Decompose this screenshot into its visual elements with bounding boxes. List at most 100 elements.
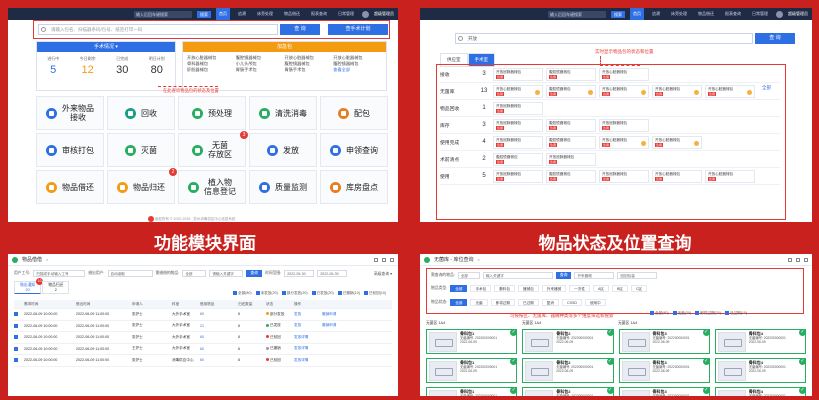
package-card[interactable]: 骨科包4无菌编号: 2022000000012022-06-09✓ (714, 358, 806, 383)
close-tab-icon[interactable]: × (46, 257, 48, 262)
module-tile[interactable]: 灭菌 (107, 133, 175, 167)
nav-daily[interactable]: 日常管理 (335, 11, 357, 17)
close-icon[interactable] (804, 257, 808, 262)
filter-pill[interactable]: 无菌 (470, 299, 488, 306)
status-checkbox[interactable]: 即将过期(20) (695, 311, 721, 316)
borrower-input[interactable]: 自动读取 (107, 270, 153, 277)
status-checkbox[interactable]: 全部(80) (233, 291, 252, 296)
nav-trace[interactable]: 追溯 (235, 11, 249, 17)
module-tile[interactable]: 库房盘点 (320, 170, 388, 204)
package-card[interactable]: 骨科包1无菌编号: 2022000000012022-06-09✓ (426, 329, 518, 354)
package-search-input[interactable]: 请输入包名、扫描器条码/包号、纸签打印一码 (38, 24, 278, 35)
query-button[interactable]: 查 询 (755, 33, 795, 44)
table-row[interactable]: 2022-06-09 10:00:00 2022-06-09 11:00:00 张护… (14, 309, 392, 321)
package-chip[interactable]: 开放心脏器械包 急用 (493, 84, 543, 98)
issue-link[interactable]: 发放详情 (294, 358, 322, 363)
top-search-button[interactable]: 搜索 (611, 10, 625, 18)
row-checkbox[interactable] (14, 346, 18, 351)
cancel-link[interactable]: 撤销申请 (322, 323, 392, 328)
package-card[interactable]: 骨科包2无菌编号: 2022000000012022-06-09✓ (522, 329, 614, 354)
package-card[interactable]: 骨科包1无菌编号: 2022000000012022-06-09✓ (426, 387, 518, 396)
nav-borrow[interactable]: 物品借还 (695, 11, 717, 17)
tag-filter[interactable]: 开来器械 (574, 272, 615, 279)
urgent-item[interactable]: 肝胆器械包 (187, 67, 236, 73)
keyword-input[interactable]: 请输入关键字 (209, 270, 244, 277)
package-chip[interactable]: 开放心脏器械包 急用 (599, 84, 649, 98)
filter-pill[interactable]: 复消 (541, 299, 559, 306)
view-all-link[interactable]: 全部 (762, 85, 771, 98)
user-id-input[interactable]: 扫描或手动输入工号 (33, 270, 86, 277)
package-chip[interactable]: 腹腔镜器械包 急用 (546, 135, 596, 149)
nav-daily[interactable]: 日常管理 (749, 11, 771, 17)
package-chip[interactable]: 开放冠脉器械包 急用 (493, 118, 543, 132)
keyword-input[interactable]: 输入关键字 (482, 272, 553, 279)
nav-bedside[interactable]: 床旁处理 (254, 11, 276, 17)
package-card[interactable]: 骨科包4无菌编号: 2022000000012022-06-09✓ (714, 329, 806, 354)
module-tile[interactable]: 无菌 存放区 3 (178, 131, 248, 167)
package-chip[interactable]: 腹腔镜器械包 急用 (546, 67, 596, 81)
package-chip[interactable]: 开放心脏器械包 急用 (652, 84, 702, 98)
status-checkbox[interactable]: 无菌(20) (672, 311, 691, 316)
filter-pill[interactable]: 器械包 (518, 285, 539, 292)
stat-today-remaining[interactable]: 今日剩余 12 (80, 56, 96, 76)
package-card[interactable]: 骨科包2无菌编号: 2022000000012022-06-09✓ (522, 387, 614, 396)
package-card[interactable]: 骨科包2无菌编号: 2022000000012022-06-09✓ (522, 358, 614, 383)
query-button[interactable]: 查询 (246, 270, 262, 277)
module-tile[interactable]: 质量监测 (249, 170, 317, 204)
package-chip[interactable]: 开放心脏器械包 急用 (599, 135, 649, 149)
package-chip[interactable]: 腹腔镜器械包 急用 (493, 152, 543, 166)
stat-tomorrow-plan[interactable]: 明日计划 80 (149, 56, 165, 76)
status-checkbox[interactable]: 未发放(20) (255, 291, 278, 296)
package-chip[interactable]: 开放冠脉器械包 急用 (493, 135, 543, 149)
module-tile[interactable]: 清洗消毒 (249, 96, 317, 130)
item-select[interactable]: 全部 (182, 270, 207, 277)
nav-home[interactable]: 首页 (630, 8, 644, 20)
package-chip[interactable]: 腹腔镜器械包 急用 (546, 169, 596, 183)
module-tile[interactable]: 预处理 (178, 96, 246, 130)
query-button[interactable]: 查询 (555, 272, 572, 279)
filter-pill[interactable]: C区 (630, 285, 648, 292)
status-checkbox[interactable]: 已撤销(10) (337, 291, 360, 296)
user-name[interactable]: 超级管理员 (788, 11, 808, 17)
view-all-link[interactable]: 查看全部 (333, 67, 382, 73)
surgery-status-title[interactable]: 手术情况 ▾ (37, 42, 175, 52)
module-tile[interactable]: 物品借还 (36, 170, 104, 204)
filter-pill[interactable]: 手术包 (470, 285, 492, 292)
filter-pill[interactable]: 即将过期 (490, 299, 515, 306)
maximize-icon[interactable] (796, 257, 800, 262)
nav-home[interactable]: 首页 (216, 8, 230, 20)
top-search-input[interactable]: 输入后回车键搜索 (134, 10, 192, 18)
status-checkbox[interactable]: 部分发放(20) (281, 291, 308, 296)
package-chip[interactable]: 腹腔镜器械包 急用 (546, 84, 596, 98)
package-card[interactable]: 骨科包3无菌编号: 2022000000012022-06-09✓ (618, 358, 710, 383)
query-button[interactable]: 查 询 (280, 24, 320, 35)
package-chip[interactable]: 开放冠脉器械包 急用 (599, 169, 649, 183)
borrow-qty[interactable]: 60 (200, 358, 238, 362)
module-tile[interactable]: 申领查询 (320, 133, 388, 167)
package-chip[interactable]: 开放心脏器械包 急用 (599, 67, 649, 81)
package-chip[interactable]: 开放冠脉器械包 急用 (493, 169, 543, 183)
tab-borrow-notice[interactable]: 借出通知 20 10 (14, 278, 44, 294)
borrow-qty[interactable]: 60 (200, 335, 238, 339)
end-date-input[interactable]: 2022-05-30 (317, 270, 348, 277)
nav-borrow[interactable]: 物品借还 (281, 11, 303, 17)
tag-filter[interactable]: 回回包装 (617, 272, 658, 279)
filter-pill[interactable]: 使用中 (584, 299, 606, 306)
stat-in-progress[interactable]: 进行中 5 (47, 56, 59, 76)
status-checkbox[interactable]: 已发放(20) (311, 291, 334, 296)
package-chip[interactable]: 开放冠脉器械包 急用 (599, 118, 649, 132)
maximize-icon[interactable] (382, 257, 386, 262)
urgent-item[interactable]: 胃肠手术包 (285, 67, 334, 73)
module-tile[interactable]: 物品归还 2 (107, 168, 177, 204)
module-tile[interactable]: 发放 (249, 133, 317, 167)
package-card[interactable]: 骨科包4无菌编号: 2022000000012022-06-09✓ (714, 387, 806, 396)
filter-pill[interactable]: 外来器械 (541, 285, 567, 292)
urgent-item[interactable]: 胃肠手术包 (236, 67, 285, 73)
package-chip[interactable]: 开放心脏器械包 急用 (705, 84, 755, 98)
nav-report[interactable]: 报表查询 (722, 11, 744, 17)
surgery-plan-button[interactable]: 查手术计划 (328, 24, 388, 35)
filter-pill[interactable]: 已过期 (518, 299, 539, 306)
package-card[interactable]: 骨科包1无菌编号: 2022000000012022-06-09✓ (426, 358, 518, 383)
close-icon[interactable] (390, 257, 394, 262)
row-checkbox[interactable] (14, 312, 18, 317)
